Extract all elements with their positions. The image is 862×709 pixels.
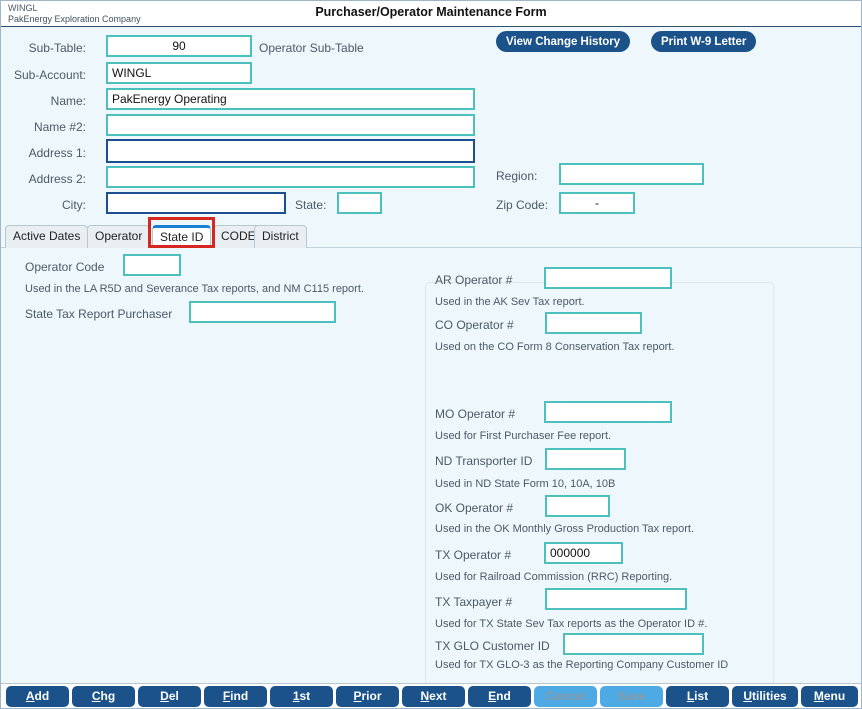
address1-label: Address 1: — [28, 146, 86, 160]
tx-taxpayer-hint: Used for TX State Sev Tax reports as the… — [435, 618, 708, 630]
name2-label: Name #2: — [33, 120, 86, 134]
title-bar: WINGL PakEnergy Exploration Company Purc… — [1, 1, 861, 27]
toolbar-button-cancel: Cancel — [534, 686, 597, 707]
state-tax-report-purchaser-input[interactable] — [189, 301, 336, 323]
rest-prior: rior — [361, 689, 382, 703]
ar-operator-hint: Used in the AK Sev Tax report. — [435, 296, 585, 308]
mo-operator-hint: Used for First Purchaser Fee report. — [435, 430, 612, 442]
toolbar-button-end[interactable]: End — [468, 686, 531, 707]
tx-operator-input[interactable] — [544, 542, 623, 564]
tab-strip: Active Dates Operator State ID CODE Dist… — [1, 220, 861, 248]
accel-del: D — [160, 689, 169, 703]
sub-table-input[interactable] — [106, 35, 252, 57]
mo-operator-input[interactable] — [544, 401, 672, 423]
print-w9-letter-button[interactable]: Print W-9 Letter — [651, 31, 757, 52]
operator-code-input[interactable] — [123, 254, 181, 276]
rest-utilities: tilities — [751, 689, 787, 703]
sub-account-input[interactable] — [106, 62, 252, 84]
view-change-history-button[interactable]: View Change History — [496, 31, 631, 52]
rest-del: el — [168, 689, 179, 703]
tx-taxpayer-label: TX Taxpayer # — [435, 595, 513, 609]
accel-prior: P — [353, 689, 362, 703]
sub-table-note: Operator Sub-Table — [259, 41, 364, 55]
toolbar-button-prior[interactable]: Prior — [336, 686, 399, 707]
toolbar-button-first[interactable]: 1st — [270, 686, 333, 707]
tx-glo-customer-label: TX GLO Customer ID — [435, 639, 550, 653]
rest-cancel: ancel — [554, 689, 586, 703]
tx-operator-label: TX Operator # — [435, 548, 512, 562]
nd-transporter-label: ND Transporter ID — [435, 454, 533, 468]
application-window: WINGL PakEnergy Exploration Company Purc… — [0, 0, 862, 709]
accel-add: A — [25, 689, 35, 703]
tab-operator[interactable]: Operator — [87, 225, 151, 248]
zip-code-label: Zip Code: — [496, 198, 549, 212]
toolbar-button-del[interactable]: Del — [138, 686, 201, 707]
rest-chg: hg — [100, 689, 116, 703]
state-input[interactable] — [337, 192, 382, 214]
address2-input[interactable] — [106, 166, 475, 188]
state-label: State: — [295, 198, 327, 212]
rest-next: ext — [429, 689, 447, 703]
ok-operator-hint: Used in the OK Monthly Gross Production … — [435, 523, 695, 535]
rest-end: nd — [496, 689, 511, 703]
sub-account-label: Sub-Account: — [13, 68, 86, 82]
tab-active-dates[interactable]: Active Dates — [5, 225, 89, 248]
sub-table-label: Sub-Table: — [28, 41, 86, 55]
name-input[interactable] — [106, 88, 475, 110]
bottom-toolbar: Add Chg Del Find 1st Prior Next End Canc… — [1, 683, 861, 708]
address1-input[interactable] — [106, 139, 475, 163]
accel-menu: M — [813, 689, 824, 703]
mo-operator-label: MO Operator # — [435, 407, 516, 421]
city-label: City: — [62, 198, 86, 212]
toolbar-button-add[interactable]: Add — [6, 686, 69, 707]
tx-glo-customer-hint: Used for TX GLO-3 as the Reporting Compa… — [435, 659, 729, 671]
operator-code-label: Operator Code — [25, 260, 105, 274]
tab-state-id[interactable]: State ID — [152, 225, 212, 248]
toolbar-button-save: Save — [600, 686, 663, 707]
toolbar-button-find[interactable]: Find — [204, 686, 267, 707]
co-operator-input[interactable] — [545, 312, 642, 334]
form-area: View Change History Print W-9 Letter Sub… — [1, 27, 861, 704]
name2-input[interactable] — [106, 114, 475, 136]
ar-operator-input[interactable] — [544, 267, 672, 289]
rest-menu: enu — [823, 689, 846, 703]
toolbar-button-chg[interactable]: Chg — [72, 686, 135, 707]
accel-next: N — [420, 689, 430, 703]
state-tax-report-purchaser-label: State Tax Report Purchaser — [25, 307, 173, 321]
accel-first: 1 — [292, 689, 300, 703]
region-label: Region: — [496, 169, 538, 183]
city-input[interactable] — [106, 192, 286, 214]
toolbar-button-next[interactable]: Next — [402, 686, 465, 707]
rest-list: ist — [694, 689, 709, 703]
tx-operator-hint: Used for Railroad Commission (RRC) Repor… — [435, 571, 673, 583]
accel-end: E — [488, 689, 497, 703]
ok-operator-input[interactable] — [545, 495, 610, 517]
nd-transporter-input[interactable] — [545, 448, 626, 470]
page-title: Purchaser/Operator Maintenance Form — [315, 5, 547, 19]
ar-operator-label: AR Operator # — [435, 273, 513, 287]
address2-label: Address 2: — [28, 172, 86, 186]
co-operator-label: CO Operator # — [435, 318, 514, 332]
name-label: Name: — [50, 94, 86, 108]
tx-glo-customer-input[interactable] — [563, 633, 704, 655]
accel-chg: C — [91, 689, 101, 703]
rest-save: ave — [625, 689, 646, 703]
operator-code-hint: Used in the LA R5D and Severance Tax rep… — [25, 283, 364, 295]
tab-district[interactable]: District — [254, 225, 307, 248]
nd-transporter-hint: Used in ND State Form 10, 10A, 10B — [435, 478, 616, 490]
zip-code-input[interactable] — [559, 192, 635, 214]
toolbar-button-utilities[interactable]: Utilities — [732, 686, 798, 707]
region-input[interactable] — [559, 163, 704, 185]
accel-utilities: U — [743, 689, 752, 703]
ok-operator-label: OK Operator # — [435, 501, 514, 515]
toolbar-button-list[interactable]: List — [666, 686, 729, 707]
rest-first: st — [299, 689, 311, 703]
tx-taxpayer-input[interactable] — [545, 588, 687, 610]
toolbar-button-menu[interactable]: Menu — [801, 686, 858, 707]
rest-find: ind — [230, 689, 249, 703]
rest-add: dd — [34, 689, 50, 703]
co-operator-hint: Used on the CO Form 8 Conservation Tax r… — [435, 341, 675, 353]
